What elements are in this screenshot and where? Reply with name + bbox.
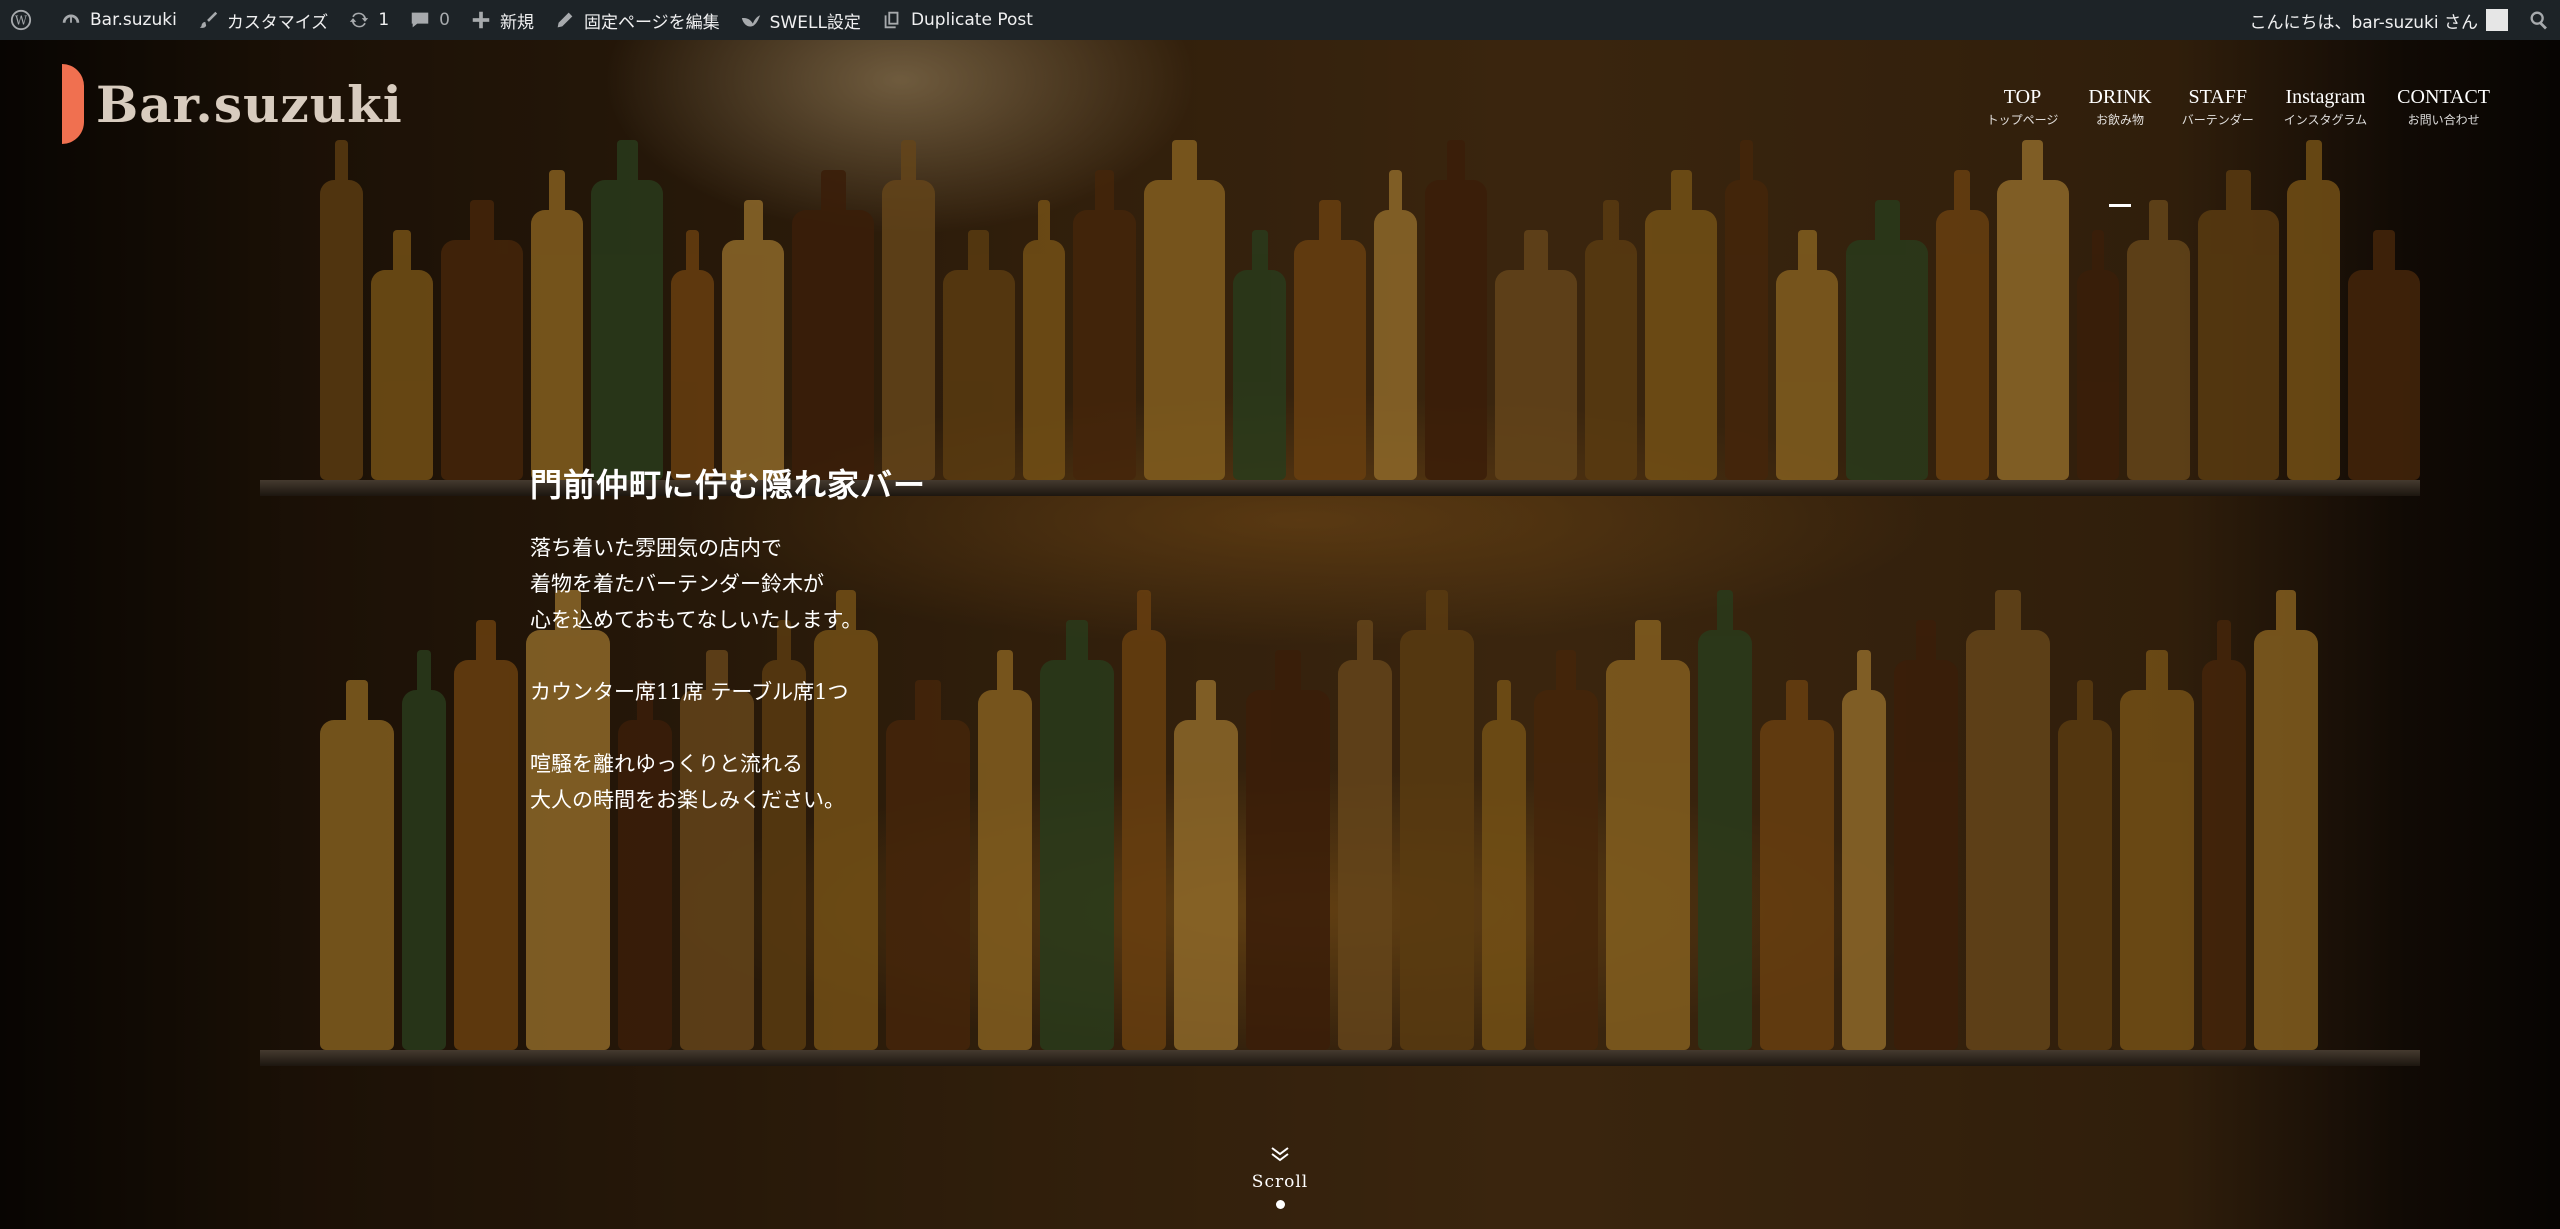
brush-icon [197, 9, 219, 31]
duplicate-icon [881, 9, 903, 31]
edit-page-label: 固定ページを編集 [583, 12, 720, 33]
wordpress-icon: W [10, 9, 32, 31]
comments-count: 0 [439, 10, 450, 30]
nav-label: CONTACT [2397, 86, 2490, 108]
svg-text:W: W [15, 14, 28, 28]
bird-icon [740, 9, 762, 31]
hero-text-line: 落ち着いた雰囲気の店内で [530, 536, 782, 560]
scroll-label: Scroll [1251, 1172, 1309, 1192]
search-icon [2528, 9, 2550, 31]
nav-sublabel: お問い合わせ [2407, 113, 2480, 127]
hero-text-line: カウンター席11席 テーブル席1つ [530, 680, 849, 704]
hero-copy: 門前仲町に佇む隠れ家バー 落ち着いた雰囲気の店内で着物を着たバーテンダー鈴木が心… [530, 460, 926, 818]
hero-text-line: 心を込めておもてなしいたします。 [530, 608, 863, 632]
scroll-indicator[interactable]: Scroll [1250, 1140, 1310, 1209]
nav-item-contact[interactable]: CONTACT お問い合わせ [2397, 86, 2490, 128]
hero-text-line: 着物を着たバーテンダー鈴木が [530, 572, 824, 596]
hero-title: 門前仲町に佇む隠れ家バー [530, 466, 927, 504]
scroll-dot [1275, 1200, 1285, 1209]
nav-sublabel: インスタグラム [2283, 113, 2368, 127]
chevrons-down-icon [1267, 1147, 1293, 1170]
adminbar-search[interactable] [2518, 0, 2560, 40]
adminbar-site-name[interactable]: Bar.suzuki [50, 0, 187, 40]
nav-item-drink[interactable]: DRINK お飲み物 [2088, 86, 2152, 207]
hero-section: Bar.suzuki TOP トップページ DRINK お飲み物 STAFF バーテンダー… [0, 40, 2560, 1229]
greeting-text: こんにちは、bar-suzuki さん [2249, 12, 2478, 33]
nav-label: TOP [2003, 86, 2042, 108]
updates-count: 1 [378, 10, 390, 30]
nav-item-top[interactable]: TOP トップページ [1987, 86, 2059, 128]
adminbar-edit-page[interactable]: 固定ページを編集 [544, 0, 730, 40]
nav-label: DRINK [2088, 86, 2152, 108]
pencil-icon [554, 9, 576, 31]
customize-label: カスタマイズ [226, 12, 329, 33]
hero-overlay [0, 40, 2560, 1229]
site-name-label: Bar.suzuki [90, 10, 177, 30]
nav-item-staff[interactable]: STAFF バーテンダー [2182, 86, 2254, 128]
adminbar-duplicate-post[interactable]: Duplicate Post [871, 0, 1043, 40]
update-icon [348, 9, 370, 31]
nav-label: Instagram [2285, 86, 2366, 108]
nav-item-instagram[interactable]: Instagram インスタグラム [2284, 86, 2367, 128]
adminbar-my-account[interactable]: こんにちは、bar-suzuki さん [2239, 0, 2518, 40]
adminbar-wp-logo[interactable]: W [0, 0, 50, 40]
plus-icon [470, 9, 492, 31]
adminbar-new-content[interactable]: 新規 [460, 0, 544, 40]
swell-settings-label: SWELL設定 [769, 12, 861, 33]
logo-mark [62, 64, 84, 144]
comment-icon [409, 9, 431, 31]
new-content-label: 新規 [499, 12, 534, 33]
hero-text-line: 大人の時間をお楽しみください。 [530, 788, 845, 812]
global-nav: TOP トップページ DRINK お飲み物 STAFF バーテンダー Instagram イン… [1987, 86, 2490, 207]
nav-sublabel: バーテンダー [2181, 113, 2254, 127]
nav-sublabel: お飲み物 [2096, 113, 2145, 127]
logo-text: Bar.suzuki [96, 74, 403, 134]
hero-paragraph-gap [530, 710, 926, 746]
adminbar-comments[interactable]: 0 [399, 0, 460, 40]
hero-paragraph-gap [530, 638, 926, 674]
nav-active-indicator [2109, 204, 2132, 207]
adminbar-swell-settings[interactable]: SWELL設定 [730, 0, 871, 40]
dashboard-icon [60, 9, 82, 31]
hero-body: 落ち着いた雰囲気の店内で着物を着たバーテンダー鈴木が心を込めておもてなしいたしま… [530, 530, 926, 818]
site-logo[interactable]: Bar.suzuki [62, 64, 403, 144]
adminbar-updates[interactable]: 1 [338, 0, 399, 40]
duplicate-post-label: Duplicate Post [910, 10, 1033, 30]
avatar [2486, 9, 2508, 31]
nav-sublabel: トップページ [1986, 113, 2059, 127]
wp-admin-bar: W Bar.suzuki カスタマイズ 1 0 新規 固定ページを編集 SWEL… [0, 0, 2560, 40]
nav-label: STAFF [2188, 86, 2247, 108]
hero-text-line: 喧騒を離れゆっくりと流れる [530, 752, 803, 776]
adminbar-customize[interactable]: カスタマイズ [187, 0, 339, 40]
